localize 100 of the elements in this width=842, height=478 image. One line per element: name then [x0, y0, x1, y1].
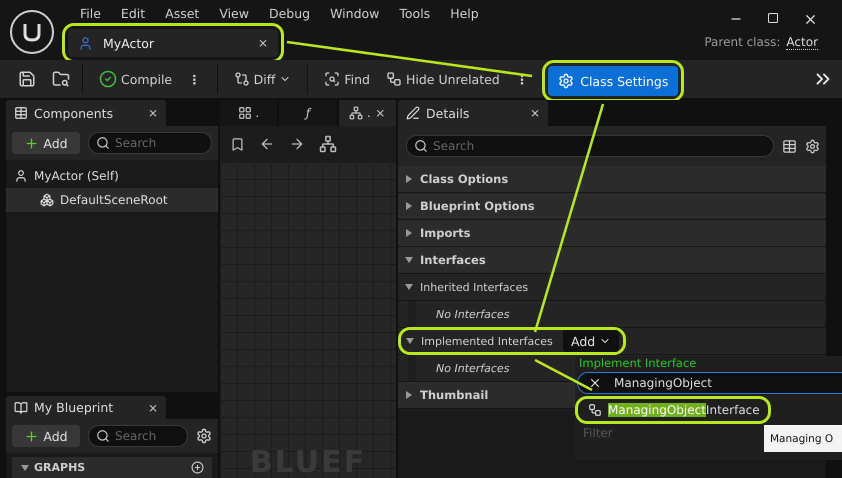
back-icon[interactable] [259, 136, 275, 152]
close-icon[interactable] [803, 12, 818, 27]
collapsed-arrow-icon[interactable] [404, 174, 414, 184]
menu-item[interactable]: Help [440, 6, 489, 21]
actor-icon [14, 169, 28, 183]
add-dropdown[interactable]: Add [563, 330, 620, 352]
graph-tab[interactable]: ƒ [279, 100, 337, 126]
close-button[interactable]: × [148, 400, 158, 414]
hide-unrelated-button[interactable]: Hide Unrelated [382, 69, 504, 89]
more-options-button[interactable]: ⋮ [184, 70, 205, 88]
row-label: Imports [419, 226, 470, 240]
collapsed-arrow-icon[interactable] [404, 201, 414, 211]
close-button[interactable]: × [258, 36, 268, 50]
grid-icon [238, 106, 252, 120]
expanded-arrow-icon[interactable] [404, 255, 414, 265]
category-row[interactable]: Interfaces [398, 247, 826, 274]
row-label: Inherited Interfaces [419, 280, 528, 294]
collapsed-arrow-icon[interactable] [404, 228, 414, 238]
expanded-arrow-icon[interactable] [20, 462, 30, 472]
row-label: No Interfaces [435, 308, 510, 320]
tab-title: MyActor [103, 36, 154, 50]
add-icon[interactable] [191, 461, 204, 474]
picker-search-field[interactable]: ManagingObject [577, 372, 842, 394]
compile-check-icon [99, 70, 117, 88]
collapsed-arrow-icon[interactable] [404, 390, 414, 400]
search-icon [414, 139, 428, 153]
bookmark-icon[interactable] [230, 136, 245, 152]
picker-title: Implement Interface [578, 356, 698, 370]
menu-item[interactable]: View [209, 6, 259, 21]
plus-icon [24, 136, 40, 150]
pencil-icon [406, 106, 420, 120]
settings-icon[interactable] [196, 428, 212, 444]
settings-icon [558, 73, 574, 89]
row-label: Blueprint Options [419, 199, 535, 213]
menu-item[interactable]: File [70, 6, 111, 21]
panel-tab[interactable]: My Blueprint × [6, 396, 166, 419]
clear-icon[interactable] [588, 376, 602, 390]
menu-item[interactable]: Window [320, 6, 390, 21]
class-settings-button[interactable]: Class Settings [548, 66, 678, 96]
tree-item-label: MyActor (Self) [34, 169, 119, 183]
graph-tab[interactable]: . × [338, 100, 396, 126]
menu-item[interactable]: Edit [110, 6, 156, 21]
graph-tab[interactable]: . [220, 100, 278, 126]
add-button[interactable]: Add [12, 132, 80, 154]
tree-item[interactable]: DefaultSceneRoot [6, 188, 218, 212]
parent-class-label: Parent class: [704, 35, 780, 50]
category-row[interactable]: Class Options [398, 166, 826, 193]
interface-name: ManagingObjectInterface [608, 403, 760, 417]
engine-logo [10, 10, 54, 54]
forward-icon[interactable] [289, 136, 305, 152]
settings-icon[interactable] [805, 138, 820, 154]
panel-tab[interactable]: Details × [398, 100, 548, 126]
interface-icon [588, 403, 602, 417]
category-row[interactable]: Blueprint Options [398, 193, 826, 220]
tooltip: Managing O [764, 425, 842, 452]
close-button[interactable]: × [530, 106, 540, 120]
menu-item[interactable]: Asset [155, 6, 210, 21]
panel-title: My Blueprint [34, 400, 114, 415]
document-tab[interactable]: MyActor × [68, 29, 278, 57]
table-view-icon[interactable] [782, 138, 797, 154]
book-icon [14, 400, 28, 414]
category-row[interactable]: Inherited Interfaces [398, 274, 826, 301]
search-icon [96, 429, 110, 443]
menu-item[interactable]: Tools [389, 6, 440, 21]
maximize-icon[interactable] [767, 12, 779, 24]
category-row[interactable]: Imports [398, 220, 826, 247]
expanded-arrow-icon[interactable] [405, 336, 415, 346]
row-label: Class Options [419, 172, 508, 186]
tree-item-label: DefaultSceneRoot [60, 193, 168, 207]
search-icon [96, 136, 110, 150]
find-icon [324, 71, 340, 87]
row-label: Thumbnail [419, 388, 488, 402]
section-header[interactable]: GRAPHS [12, 457, 212, 478]
expanded-arrow-icon[interactable] [404, 282, 414, 292]
hide-unrelated-icon [386, 71, 402, 87]
category-row[interactable]: Implemented Interfaces Add [398, 328, 826, 355]
diff-button[interactable]: Diff [230, 69, 296, 89]
add-button[interactable]: Add [12, 425, 80, 447]
save-icon[interactable] [18, 70, 36, 88]
compile-button[interactable]: Compile [95, 68, 176, 90]
menu-item[interactable]: Debug [258, 6, 320, 21]
browse-icon[interactable] [52, 70, 70, 88]
graph-icon[interactable] [319, 135, 337, 153]
find-button[interactable]: Find [320, 69, 374, 89]
close-button[interactable]: × [375, 106, 386, 120]
panel-tab[interactable]: Components × [6, 100, 166, 126]
section-title: GRAPHS [34, 461, 86, 474]
search-field[interactable]: Search [88, 425, 188, 447]
search-field[interactable]: Search [406, 135, 774, 157]
panel-title: Details [426, 106, 470, 120]
search-field[interactable]: Search [88, 132, 212, 154]
graph-icon [349, 106, 364, 120]
actor-icon [78, 36, 93, 50]
close-button[interactable]: × [148, 106, 158, 120]
row-label: Interfaces [419, 253, 486, 267]
parent-class-link[interactable]: Actor [786, 35, 818, 50]
plus-icon [24, 428, 40, 444]
search-query: ManagingObject [614, 376, 712, 390]
scene-root-icon [40, 193, 54, 207]
interface-item[interactable]: ManagingObjectInterface [578, 399, 768, 421]
